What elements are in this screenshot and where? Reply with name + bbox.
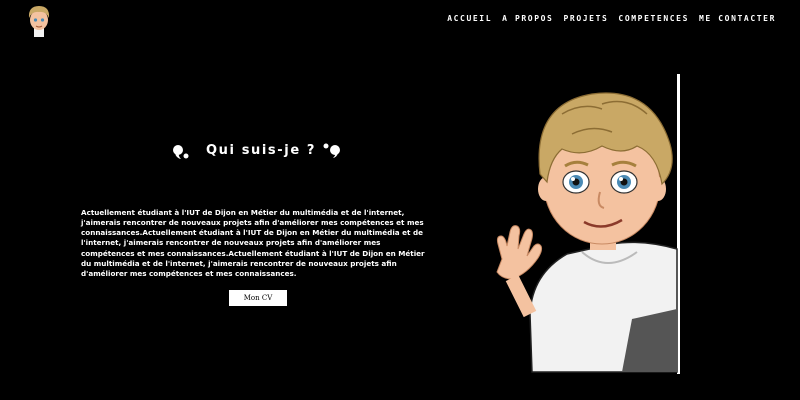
- main-nav: ACCUEIL A PROPOS PROJETS COMPETENCES ME …: [447, 14, 776, 23]
- nav-me-contacter[interactable]: ME CONTACTER: [699, 14, 776, 23]
- nav-a-propos[interactable]: A PROPOS: [502, 14, 553, 23]
- nav-accueil[interactable]: ACCUEIL: [447, 14, 492, 23]
- nav-competences[interactable]: COMPETENCES: [618, 14, 689, 23]
- nav-projets[interactable]: PROJETS: [563, 14, 608, 23]
- quote-open-icon: [173, 145, 189, 159]
- avatar-icon[interactable]: [25, 3, 53, 37]
- cv-button[interactable]: Mon CV: [229, 290, 287, 306]
- quote-close-icon: [323, 143, 340, 158]
- about-title-row: Qui suis-je ?: [172, 142, 347, 164]
- about-paragraph: Actuellement étudiant à l'IUT de Dijon e…: [81, 208, 425, 278]
- avatar-illustration: [496, 74, 680, 374]
- page-title: Qui suis-je ?: [206, 143, 317, 158]
